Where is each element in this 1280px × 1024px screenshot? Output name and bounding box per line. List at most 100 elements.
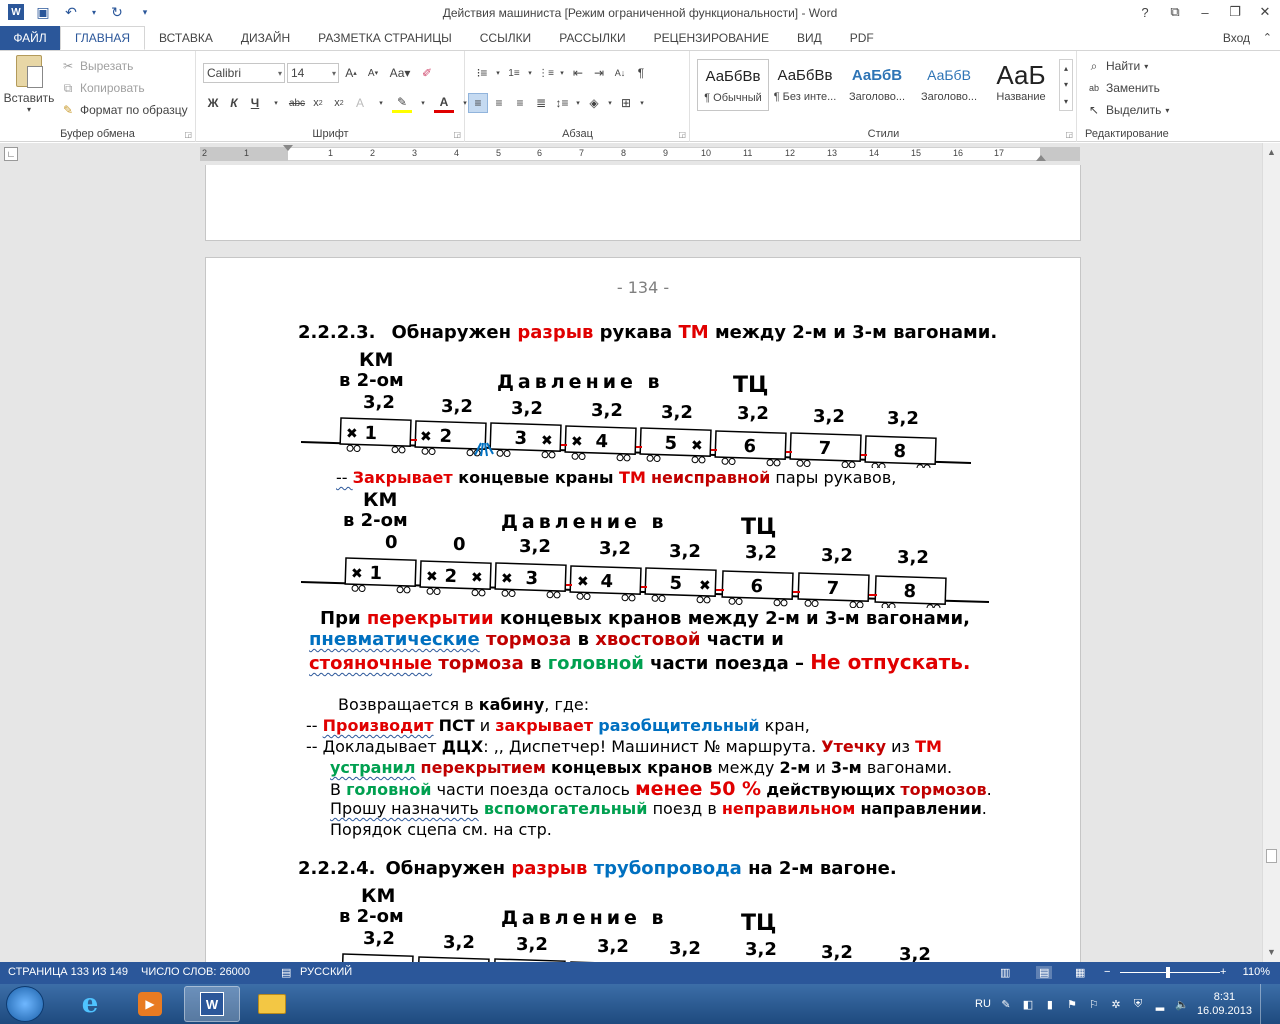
chevron-down-icon[interactable]: ▾: [557, 63, 567, 83]
paste-button[interactable]: Вставить ▾: [4, 55, 54, 119]
chevron-down-icon[interactable]: ▾: [371, 93, 391, 113]
strikethrough-button[interactable]: abc: [287, 93, 307, 113]
shrink-font-button[interactable]: A ▾: [363, 63, 383, 83]
format-painter-button[interactable]: ✎ Формат по образцу: [60, 99, 188, 121]
tab-pdf[interactable]: PDF: [836, 26, 888, 50]
bold-button[interactable]: Ж: [203, 93, 223, 113]
text-effects-button[interactable]: A: [350, 93, 370, 113]
zoom-out-button[interactable]: −: [1104, 966, 1110, 978]
dialog-launcher-icon[interactable]: ◲: [678, 130, 686, 139]
tab-selector[interactable]: ∟: [4, 147, 18, 161]
tab-view[interactable]: ВИД: [783, 26, 836, 50]
input-language[interactable]: RU: [975, 998, 991, 1010]
zoom-in-button[interactable]: +: [1220, 966, 1226, 978]
change-case-button[interactable]: Аа ▾: [385, 63, 415, 83]
dialog-launcher-icon[interactable]: ◲: [1065, 130, 1073, 139]
tab-home[interactable]: ГЛАВНАЯ: [60, 26, 146, 50]
copy-button[interactable]: ⧉ Копировать: [60, 77, 188, 99]
cut-button[interactable]: ✂ Вырезать: [60, 55, 188, 77]
security-icon[interactable]: ⚑: [1065, 997, 1079, 1011]
tab-insert[interactable]: ВСТАВКА: [145, 26, 227, 50]
align-center-icon[interactable]: ≡: [489, 93, 509, 113]
help-button[interactable]: ?: [1130, 0, 1160, 24]
chevron-down-icon[interactable]: ▾: [413, 93, 433, 113]
grow-font-button[interactable]: A ▴: [341, 63, 361, 83]
chevron-down-icon[interactable]: ▾: [1064, 80, 1068, 89]
settings-tray-icon[interactable]: ✲: [1109, 997, 1123, 1011]
print-layout-icon[interactable]: ▤: [1036, 966, 1053, 979]
media-player-icon[interactable]: ▶: [122, 986, 178, 1022]
style-heading1[interactable]: АаБбВ Заголово...: [841, 59, 913, 111]
multilevel-list-icon[interactable]: ⋮≡: [536, 63, 556, 83]
collapse-ribbon-icon[interactable]: ⌃: [1263, 31, 1272, 44]
signal-icon[interactable]: ▂: [1153, 997, 1167, 1011]
italic-button[interactable]: К: [224, 93, 244, 113]
replace-button[interactable]: ab Заменить: [1086, 77, 1169, 99]
chevron-down-icon[interactable]: ▾: [573, 93, 583, 113]
indent-marker[interactable]: [283, 145, 293, 151]
dialog-launcher-icon[interactable]: ◲: [453, 130, 461, 139]
ribbon-display-button[interactable]: ⧉: [1160, 0, 1190, 24]
tab-review[interactable]: РЕЦЕНЗИРОВАНИЕ: [640, 26, 783, 50]
borders-icon[interactable]: ⊞: [616, 93, 636, 113]
dialog-launcher-icon[interactable]: ◲: [184, 130, 192, 139]
bullets-icon[interactable]: ⁝≡: [472, 63, 492, 83]
sort-icon[interactable]: A↓: [610, 63, 630, 83]
style-title[interactable]: АаБ Название: [985, 59, 1057, 111]
highlight-color-button[interactable]: ✎: [392, 93, 412, 113]
restore-button[interactable]: ❐: [1220, 0, 1250, 24]
show-desktop-button[interactable]: [1260, 984, 1270, 1024]
internet-explorer-icon[interactable]: e: [62, 986, 118, 1022]
justify-icon[interactable]: ≣: [531, 93, 551, 113]
tab-layout[interactable]: РАЗМЕТКА СТРАНИЦЫ: [304, 26, 466, 50]
app-tray-icon[interactable]: ◧: [1021, 997, 1035, 1011]
superscript-button[interactable]: x2: [329, 93, 349, 113]
font-size-combo[interactable]: 14 ▾: [287, 63, 339, 83]
word-taskbar-icon[interactable]: W: [184, 986, 240, 1022]
more-icon[interactable]: ▾: [1064, 97, 1068, 106]
file-explorer-icon[interactable]: [244, 986, 300, 1022]
right-indent-marker[interactable]: [1036, 155, 1046, 161]
volume-icon[interactable]: 🔈: [1175, 997, 1189, 1011]
chevron-down-icon[interactable]: ▾: [605, 93, 615, 113]
style-heading2[interactable]: АаБбВ Заголово...: [913, 59, 985, 111]
scroll-up-icon[interactable]: ▲: [1267, 147, 1276, 157]
decrease-indent-icon[interactable]: ⇤: [568, 63, 588, 83]
chevron-down-icon[interactable]: ▾: [266, 93, 286, 113]
numbering-icon[interactable]: 1≡: [504, 63, 524, 83]
page-current[interactable]: - 134 - 2.2.2.3. Обнаружен разрыв рукава …: [205, 257, 1081, 962]
shading-icon[interactable]: ◈: [584, 93, 604, 113]
style-no-spacing[interactable]: АаБбВв ¶ Без инте...: [769, 59, 841, 111]
font-name-combo[interactable]: Calibri ▾: [203, 63, 285, 83]
start-button[interactable]: [6, 986, 44, 1022]
font-color-button[interactable]: A: [434, 93, 454, 113]
close-button[interactable]: ✕: [1250, 0, 1280, 24]
word-count[interactable]: ЧИСЛО СЛОВ: 26000: [141, 966, 250, 978]
clear-formatting-icon[interactable]: ✐: [417, 63, 437, 83]
line-spacing-icon[interactable]: ↕≡: [552, 93, 572, 113]
shield-icon[interactable]: ⛨: [1131, 997, 1145, 1011]
read-mode-icon[interactable]: ▥: [1000, 966, 1010, 979]
keyboard-icon[interactable]: ✎: [999, 997, 1013, 1011]
select-button[interactable]: ↖ Выделить ▾: [1086, 99, 1169, 121]
vertical-scrollbar[interactable]: ▲ ▼: [1262, 143, 1280, 962]
tab-mailings[interactable]: РАССЫЛКИ: [545, 26, 639, 50]
document-canvas[interactable]: - 134 - 2.2.2.3. Обнаружен разрыв рукава …: [0, 165, 1262, 962]
tab-file[interactable]: ФАЙЛ: [0, 26, 60, 50]
sign-in-link[interactable]: Вход: [1223, 31, 1250, 45]
style-normal[interactable]: АаБбВв ¶ Обычный: [697, 59, 769, 111]
zoom-slider-thumb[interactable]: [1166, 967, 1170, 978]
underline-button[interactable]: Ч: [245, 93, 265, 113]
page-previous[interactable]: [205, 165, 1081, 241]
web-layout-icon[interactable]: ▦: [1075, 966, 1085, 979]
chevron-down-icon[interactable]: ▾: [493, 63, 503, 83]
styles-scroll[interactable]: ▴ ▾ ▾: [1059, 59, 1073, 111]
chevron-down-icon[interactable]: ▾: [637, 93, 647, 113]
align-right-icon[interactable]: ≡: [510, 93, 530, 113]
find-button[interactable]: ⌕ Найти ▾: [1086, 55, 1169, 77]
clock[interactable]: 8:31 16.09.2013: [1197, 990, 1252, 1018]
increase-indent-icon[interactable]: ⇥: [589, 63, 609, 83]
flag-icon[interactable]: ⚐: [1087, 997, 1101, 1011]
tab-references[interactable]: ССЫЛКИ: [466, 26, 545, 50]
scroll-down-icon[interactable]: ▼: [1267, 947, 1276, 957]
